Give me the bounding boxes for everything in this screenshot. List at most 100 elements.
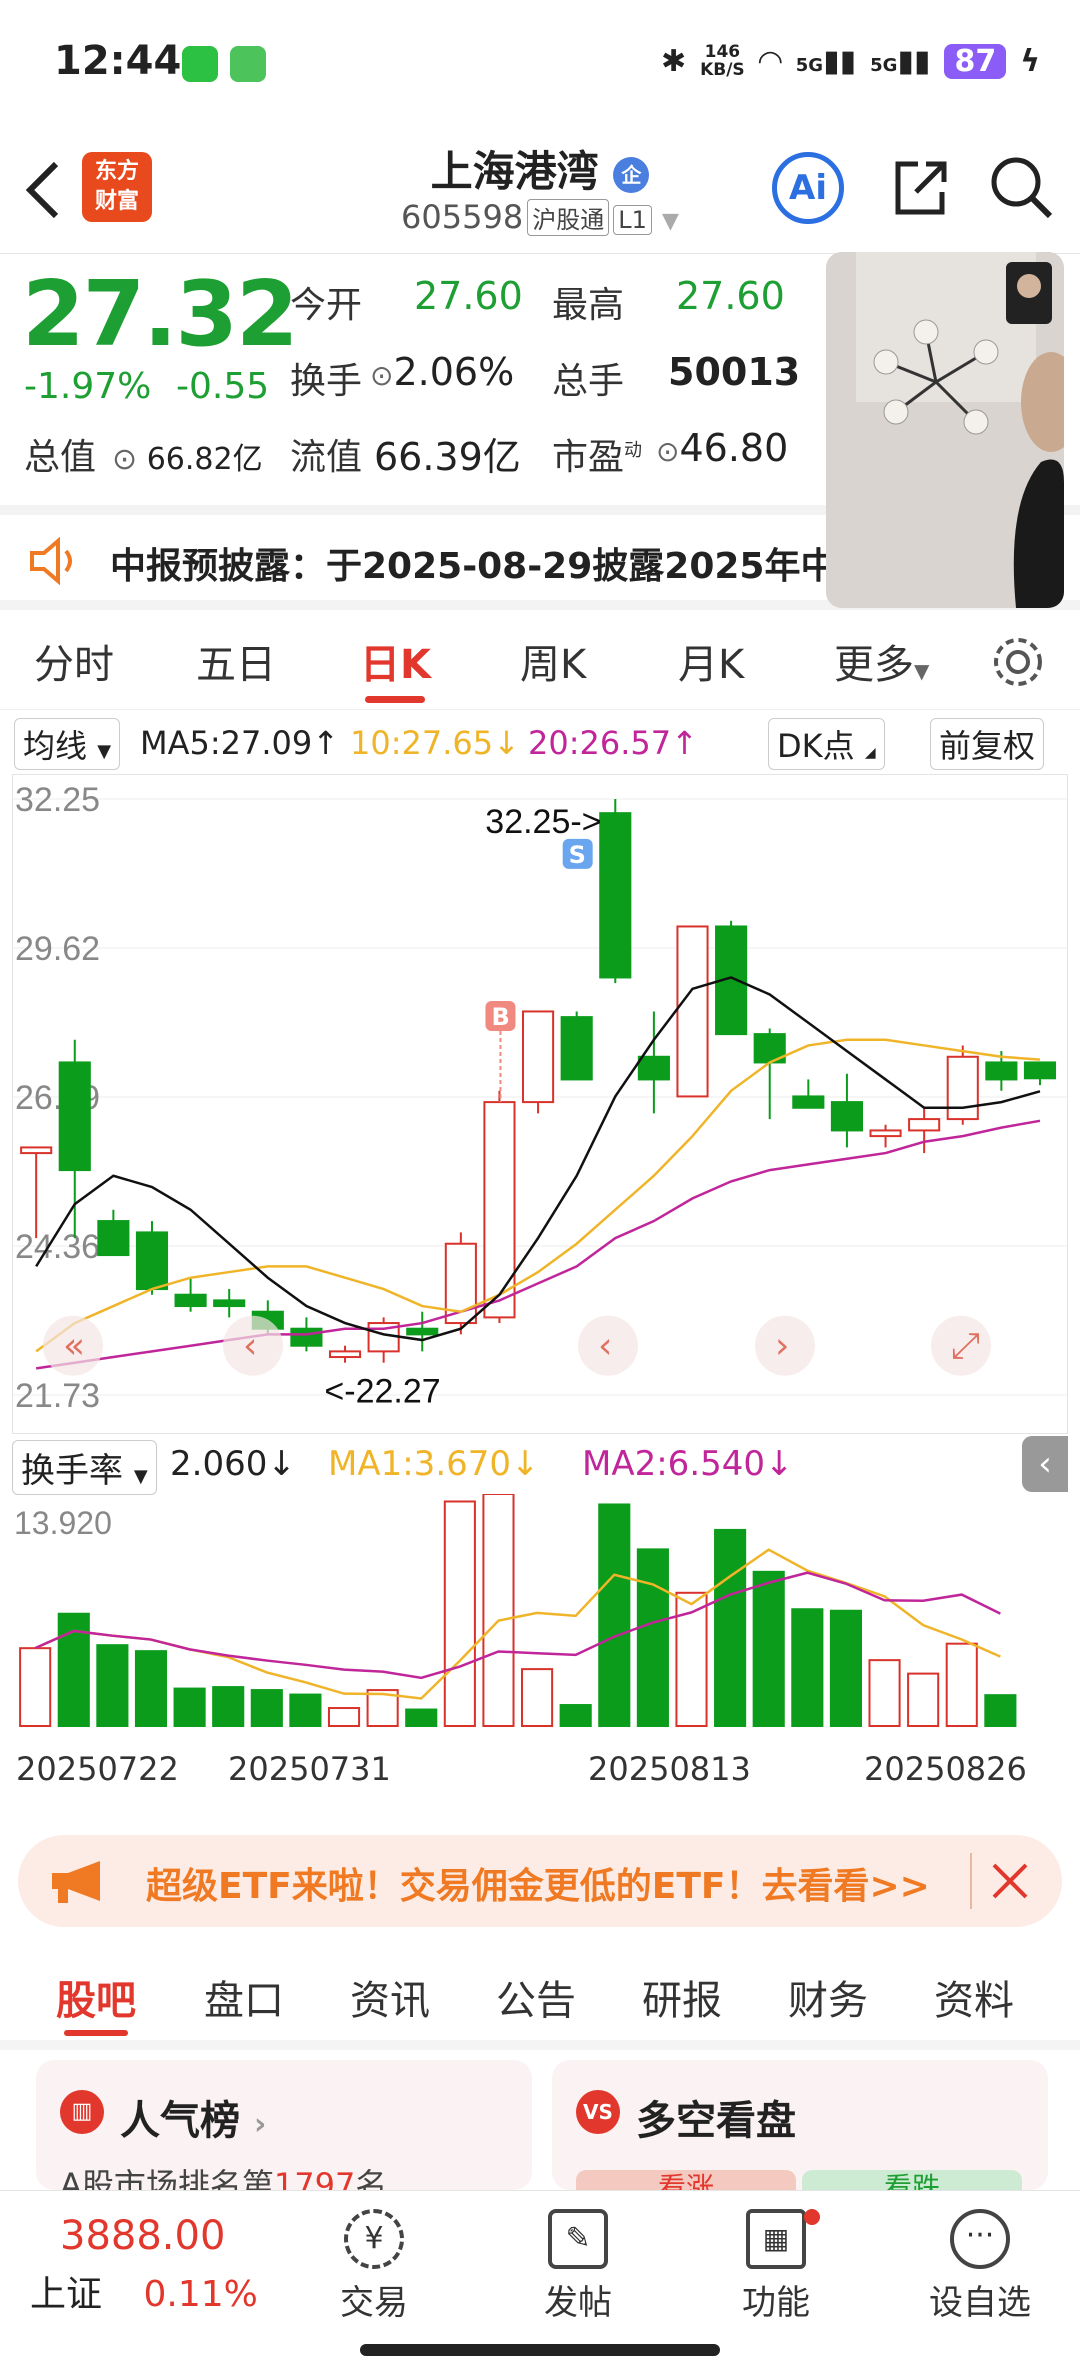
indicator-select[interactable]: 均线 ▼ bbox=[14, 718, 121, 770]
candle-body bbox=[290, 1327, 323, 1347]
enterprise-badge: 企 bbox=[613, 156, 650, 193]
stock-name: 上海港湾 bbox=[430, 147, 599, 196]
tab-daily-k[interactable]: 日K bbox=[360, 632, 431, 690]
candle-body bbox=[869, 1129, 902, 1138]
gear-icon[interactable] bbox=[990, 634, 1046, 690]
turnover-bar bbox=[327, 1707, 361, 1728]
turnover-chart[interactable]: 13.920 bbox=[12, 1493, 1068, 1734]
turnover-current: 2.060↓ bbox=[170, 1444, 296, 1484]
turnover-bar bbox=[443, 1500, 476, 1727]
banner-divider bbox=[970, 1853, 972, 1909]
tab-five-day[interactable]: 五日 bbox=[196, 632, 276, 690]
tab-weekly-k[interactable]: 周K bbox=[520, 632, 586, 690]
volume-indicator-select[interactable]: 换手率 ▼ bbox=[12, 1440, 157, 1495]
candle-body bbox=[174, 1293, 207, 1308]
index-quote[interactable]: 3888.00 上证 0.11% bbox=[30, 2213, 258, 2317]
grid-icon: ▦ bbox=[746, 2209, 806, 2269]
info-icon[interactable]: ⊙ bbox=[370, 359, 393, 392]
dropdown-icon: ▼ bbox=[662, 209, 679, 234]
corner-icon: ◢ bbox=[864, 745, 876, 761]
vs-icon: VS bbox=[576, 2090, 620, 2134]
tab-news[interactable]: 资讯 bbox=[350, 1968, 430, 2026]
close-icon[interactable] bbox=[988, 1859, 1032, 1903]
pe: 46.80 bbox=[679, 426, 789, 470]
floating-video-window[interactable] bbox=[826, 252, 1064, 608]
float-cap-label: 流值 bbox=[290, 437, 363, 478]
notification-dot bbox=[804, 2209, 820, 2225]
bearish-button[interactable]: 看跌 bbox=[802, 2170, 1022, 2190]
min-price-label: <-22.27 bbox=[324, 1372, 440, 1410]
chevron-down-icon: ▼ bbox=[133, 1466, 148, 1487]
candle-body bbox=[560, 1016, 593, 1081]
tab-announcements[interactable]: 公告 bbox=[496, 1968, 576, 2026]
net-type-2: 5G bbox=[870, 54, 898, 76]
indicator-select-label: 均线 bbox=[23, 727, 88, 765]
buy-marker-label: B bbox=[491, 1003, 509, 1031]
open-value: 27.60 bbox=[414, 274, 523, 318]
chart-nav-icon: « bbox=[63, 1326, 85, 1367]
post-button[interactable]: ✎ 发帖 bbox=[518, 2209, 638, 2324]
adjustment-button[interactable]: 前复权 bbox=[930, 718, 1045, 770]
candle-body bbox=[946, 1055, 979, 1121]
dk-point-button[interactable]: DK点 ◢ bbox=[768, 718, 885, 770]
change-amount: -0.55 bbox=[176, 366, 270, 407]
etf-promo-banner[interactable]: 超级ETF来啦！交易佣金更低的ETF！去看看>> bbox=[18, 1835, 1062, 1927]
last-price: 27.32 bbox=[22, 262, 299, 367]
candle-body bbox=[97, 1220, 130, 1257]
rank-value: 1797 bbox=[273, 2166, 356, 2190]
bull-bear-card[interactable]: VS 多空看盘 看涨 看跌 bbox=[552, 2060, 1048, 2190]
turnover-bar bbox=[791, 1608, 824, 1727]
turnover-bar bbox=[212, 1686, 245, 1728]
trade-button[interactable]: ¥ 交易 bbox=[314, 2209, 434, 2324]
tab-monthly-k[interactable]: 月K bbox=[678, 632, 744, 690]
tab-research[interactable]: 研报 bbox=[642, 1968, 722, 2026]
turnover-ma1-value: MA1:3.670 bbox=[328, 1444, 512, 1484]
tab-finance[interactable]: 财务 bbox=[788, 1968, 868, 2026]
turnover: 2.06% bbox=[393, 350, 515, 394]
search-icon[interactable] bbox=[988, 154, 1054, 220]
wifi-icon: ◠ bbox=[758, 43, 782, 79]
sell-marker-label: S bbox=[569, 841, 586, 869]
arrow-down-icon: ↓ bbox=[511, 1444, 540, 1484]
popularity-card[interactable]: ▥ 人气榜 › A股市场排名第1797名 bbox=[36, 2060, 532, 2190]
functions-label: 功能 bbox=[742, 2283, 810, 2323]
tab-intraday[interactable]: 分时 bbox=[34, 632, 114, 690]
kline-chart[interactable]: 32.25 29.62 26.99 24.36 21.73 32.25-> <-22.27 B… bbox=[12, 774, 1068, 1434]
level-tag: L1 bbox=[613, 205, 652, 235]
turnover-ma1: MA1:3.670↓ bbox=[328, 1444, 540, 1484]
info-icon[interactable]: ⊙ bbox=[656, 435, 679, 468]
add-watchlist-label: 设自选 bbox=[929, 2283, 1031, 2323]
turnover-bar bbox=[405, 1708, 438, 1727]
rank-prefix: A股市场排名第 bbox=[60, 2166, 274, 2190]
functions-button[interactable]: ▦ 功能 bbox=[716, 2209, 836, 2324]
info-icon[interactable]: ⊙ bbox=[112, 442, 137, 477]
candle-body bbox=[328, 1350, 362, 1359]
bull-bear-title: 多空看盘 bbox=[636, 2098, 796, 2144]
candle-body bbox=[20, 1146, 53, 1155]
turnover-bar bbox=[521, 1668, 554, 1727]
bottom-toolbar: 3888.00 上证 0.11% ¥ 交易 ✎ 发帖 ▦ 功能 ··· 设自选 bbox=[0, 2190, 1080, 2328]
turnover-bar bbox=[945, 1642, 978, 1727]
turnover-bar bbox=[829, 1609, 862, 1727]
tab-guba[interactable]: 股吧 bbox=[56, 1968, 136, 2026]
trade-label: 交易 bbox=[340, 2283, 408, 2323]
wechat-icon bbox=[182, 46, 218, 82]
candle-body bbox=[213, 1299, 246, 1308]
candle-body bbox=[830, 1101, 863, 1132]
add-watchlist-button[interactable]: ··· 设自选 bbox=[920, 2209, 1040, 2324]
status-bar: 12:44 ✱ 146 KB/S ◠ 5G▮▮ 5G▮▮ 87 ϟ bbox=[0, 0, 1080, 130]
share-icon[interactable] bbox=[888, 156, 952, 220]
tab-more-label: 更多 bbox=[834, 642, 914, 688]
tab-pankou[interactable]: 盘口 bbox=[204, 1968, 284, 2026]
turnover-bar bbox=[134, 1650, 168, 1727]
dk-point-label: DK点 bbox=[777, 727, 855, 765]
ai-button[interactable]: Ai bbox=[772, 152, 844, 224]
tab-more[interactable]: 更多▼ bbox=[834, 632, 929, 690]
network-speed: 146 KB/S bbox=[700, 43, 745, 79]
bullish-button[interactable]: 看涨 bbox=[576, 2170, 796, 2190]
tab-profile[interactable]: 资料 bbox=[934, 1968, 1014, 2026]
turnover-ma2: MA2:6.540↓ bbox=[582, 1444, 794, 1484]
collapse-panel-icon[interactable]: ‹ bbox=[1022, 1436, 1068, 1492]
arrow-down-icon: ↓ bbox=[493, 724, 520, 762]
turnover-legend-row: 换手率 ▼ 2.060↓ MA1:3.670↓ MA2:6.540↓ ‹ bbox=[12, 1436, 1068, 1495]
